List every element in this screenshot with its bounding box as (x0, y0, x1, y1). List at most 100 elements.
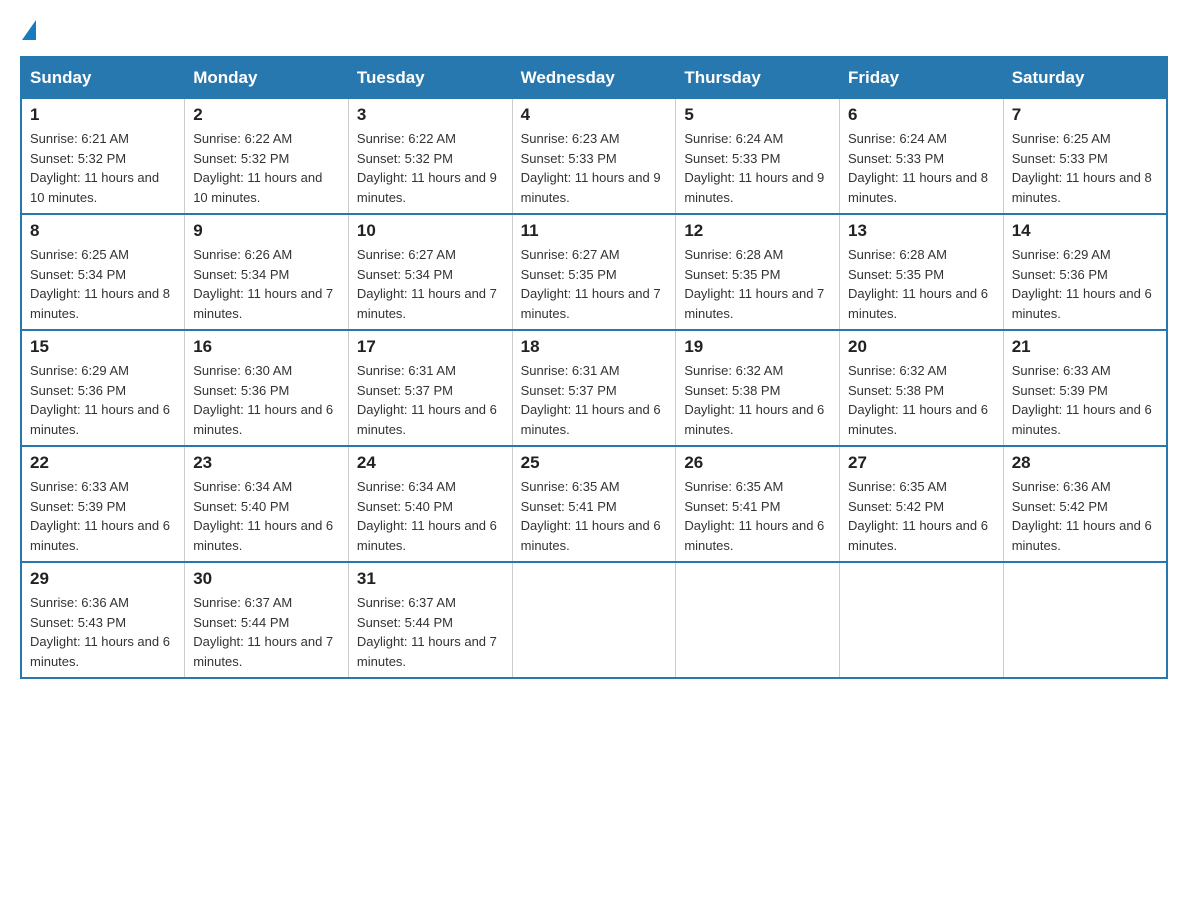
calendar-day-cell: 7 Sunrise: 6:25 AM Sunset: 5:33 PM Dayli… (1003, 99, 1167, 215)
day-info: Sunrise: 6:36 AM Sunset: 5:43 PM Dayligh… (30, 593, 176, 671)
calendar-day-cell: 17 Sunrise: 6:31 AM Sunset: 5:37 PM Dayl… (348, 330, 512, 446)
calendar-day-cell: 25 Sunrise: 6:35 AM Sunset: 5:41 PM Dayl… (512, 446, 676, 562)
day-info: Sunrise: 6:22 AM Sunset: 5:32 PM Dayligh… (193, 129, 340, 207)
calendar-header-friday: Friday (840, 57, 1004, 99)
day-info: Sunrise: 6:28 AM Sunset: 5:35 PM Dayligh… (684, 245, 831, 323)
calendar-day-cell: 2 Sunrise: 6:22 AM Sunset: 5:32 PM Dayli… (185, 99, 349, 215)
calendar-header-wednesday: Wednesday (512, 57, 676, 99)
day-number: 8 (30, 221, 176, 241)
day-info: Sunrise: 6:29 AM Sunset: 5:36 PM Dayligh… (30, 361, 176, 439)
calendar-week-row: 8 Sunrise: 6:25 AM Sunset: 5:34 PM Dayli… (21, 214, 1167, 330)
day-number: 31 (357, 569, 504, 589)
calendar-day-cell: 24 Sunrise: 6:34 AM Sunset: 5:40 PM Dayl… (348, 446, 512, 562)
day-number: 1 (30, 105, 176, 125)
day-info: Sunrise: 6:33 AM Sunset: 5:39 PM Dayligh… (30, 477, 176, 555)
day-info: Sunrise: 6:25 AM Sunset: 5:34 PM Dayligh… (30, 245, 176, 323)
day-info: Sunrise: 6:21 AM Sunset: 5:32 PM Dayligh… (30, 129, 176, 207)
day-number: 7 (1012, 105, 1158, 125)
day-number: 21 (1012, 337, 1158, 357)
calendar-day-cell: 23 Sunrise: 6:34 AM Sunset: 5:40 PM Dayl… (185, 446, 349, 562)
calendar-day-cell: 14 Sunrise: 6:29 AM Sunset: 5:36 PM Dayl… (1003, 214, 1167, 330)
calendar-day-cell: 21 Sunrise: 6:33 AM Sunset: 5:39 PM Dayl… (1003, 330, 1167, 446)
calendar-day-cell: 3 Sunrise: 6:22 AM Sunset: 5:32 PM Dayli… (348, 99, 512, 215)
calendar-header-row: SundayMondayTuesdayWednesdayThursdayFrid… (21, 57, 1167, 99)
day-info: Sunrise: 6:35 AM Sunset: 5:42 PM Dayligh… (848, 477, 995, 555)
calendar-day-cell: 10 Sunrise: 6:27 AM Sunset: 5:34 PM Dayl… (348, 214, 512, 330)
day-number: 23 (193, 453, 340, 473)
day-number: 5 (684, 105, 831, 125)
day-info: Sunrise: 6:27 AM Sunset: 5:34 PM Dayligh… (357, 245, 504, 323)
day-info: Sunrise: 6:33 AM Sunset: 5:39 PM Dayligh… (1012, 361, 1158, 439)
calendar-day-cell: 11 Sunrise: 6:27 AM Sunset: 5:35 PM Dayl… (512, 214, 676, 330)
calendar-day-cell: 19 Sunrise: 6:32 AM Sunset: 5:38 PM Dayl… (676, 330, 840, 446)
calendar-day-cell: 4 Sunrise: 6:23 AM Sunset: 5:33 PM Dayli… (512, 99, 676, 215)
day-number: 15 (30, 337, 176, 357)
day-number: 10 (357, 221, 504, 241)
day-info: Sunrise: 6:37 AM Sunset: 5:44 PM Dayligh… (193, 593, 340, 671)
calendar-day-cell: 16 Sunrise: 6:30 AM Sunset: 5:36 PM Dayl… (185, 330, 349, 446)
calendar-day-cell (512, 562, 676, 678)
day-number: 9 (193, 221, 340, 241)
calendar-day-cell: 27 Sunrise: 6:35 AM Sunset: 5:42 PM Dayl… (840, 446, 1004, 562)
day-info: Sunrise: 6:35 AM Sunset: 5:41 PM Dayligh… (521, 477, 668, 555)
day-number: 20 (848, 337, 995, 357)
calendar-day-cell: 30 Sunrise: 6:37 AM Sunset: 5:44 PM Dayl… (185, 562, 349, 678)
day-info: Sunrise: 6:28 AM Sunset: 5:35 PM Dayligh… (848, 245, 995, 323)
day-info: Sunrise: 6:24 AM Sunset: 5:33 PM Dayligh… (684, 129, 831, 207)
calendar-day-cell: 18 Sunrise: 6:31 AM Sunset: 5:37 PM Dayl… (512, 330, 676, 446)
calendar-table: SundayMondayTuesdayWednesdayThursdayFrid… (20, 56, 1168, 679)
day-info: Sunrise: 6:31 AM Sunset: 5:37 PM Dayligh… (521, 361, 668, 439)
day-number: 3 (357, 105, 504, 125)
calendar-day-cell: 9 Sunrise: 6:26 AM Sunset: 5:34 PM Dayli… (185, 214, 349, 330)
day-number: 30 (193, 569, 340, 589)
day-number: 19 (684, 337, 831, 357)
day-info: Sunrise: 6:26 AM Sunset: 5:34 PM Dayligh… (193, 245, 340, 323)
day-number: 11 (521, 221, 668, 241)
calendar-day-cell (1003, 562, 1167, 678)
day-number: 29 (30, 569, 176, 589)
day-info: Sunrise: 6:23 AM Sunset: 5:33 PM Dayligh… (521, 129, 668, 207)
day-info: Sunrise: 6:30 AM Sunset: 5:36 PM Dayligh… (193, 361, 340, 439)
day-number: 24 (357, 453, 504, 473)
day-number: 26 (684, 453, 831, 473)
calendar-week-row: 1 Sunrise: 6:21 AM Sunset: 5:32 PM Dayli… (21, 99, 1167, 215)
calendar-day-cell (676, 562, 840, 678)
calendar-week-row: 15 Sunrise: 6:29 AM Sunset: 5:36 PM Dayl… (21, 330, 1167, 446)
day-number: 18 (521, 337, 668, 357)
day-info: Sunrise: 6:37 AM Sunset: 5:44 PM Dayligh… (357, 593, 504, 671)
day-number: 16 (193, 337, 340, 357)
logo (20, 20, 36, 40)
calendar-header-tuesday: Tuesday (348, 57, 512, 99)
day-number: 2 (193, 105, 340, 125)
calendar-day-cell: 15 Sunrise: 6:29 AM Sunset: 5:36 PM Dayl… (21, 330, 185, 446)
day-number: 13 (848, 221, 995, 241)
calendar-day-cell: 13 Sunrise: 6:28 AM Sunset: 5:35 PM Dayl… (840, 214, 1004, 330)
day-number: 25 (521, 453, 668, 473)
calendar-header-monday: Monday (185, 57, 349, 99)
calendar-header-thursday: Thursday (676, 57, 840, 99)
logo-triangle-icon (22, 20, 36, 40)
calendar-header-saturday: Saturday (1003, 57, 1167, 99)
calendar-day-cell: 5 Sunrise: 6:24 AM Sunset: 5:33 PM Dayli… (676, 99, 840, 215)
calendar-day-cell: 8 Sunrise: 6:25 AM Sunset: 5:34 PM Dayli… (21, 214, 185, 330)
day-number: 27 (848, 453, 995, 473)
calendar-header-sunday: Sunday (21, 57, 185, 99)
calendar-day-cell: 26 Sunrise: 6:35 AM Sunset: 5:41 PM Dayl… (676, 446, 840, 562)
day-number: 28 (1012, 453, 1158, 473)
day-info: Sunrise: 6:34 AM Sunset: 5:40 PM Dayligh… (193, 477, 340, 555)
calendar-day-cell: 6 Sunrise: 6:24 AM Sunset: 5:33 PM Dayli… (840, 99, 1004, 215)
day-info: Sunrise: 6:29 AM Sunset: 5:36 PM Dayligh… (1012, 245, 1158, 323)
day-info: Sunrise: 6:22 AM Sunset: 5:32 PM Dayligh… (357, 129, 504, 207)
page-header (20, 20, 1168, 40)
day-info: Sunrise: 6:27 AM Sunset: 5:35 PM Dayligh… (521, 245, 668, 323)
calendar-day-cell: 20 Sunrise: 6:32 AM Sunset: 5:38 PM Dayl… (840, 330, 1004, 446)
calendar-day-cell: 1 Sunrise: 6:21 AM Sunset: 5:32 PM Dayli… (21, 99, 185, 215)
day-info: Sunrise: 6:35 AM Sunset: 5:41 PM Dayligh… (684, 477, 831, 555)
calendar-body: 1 Sunrise: 6:21 AM Sunset: 5:32 PM Dayli… (21, 99, 1167, 679)
day-info: Sunrise: 6:25 AM Sunset: 5:33 PM Dayligh… (1012, 129, 1158, 207)
calendar-day-cell: 31 Sunrise: 6:37 AM Sunset: 5:44 PM Dayl… (348, 562, 512, 678)
calendar-week-row: 29 Sunrise: 6:36 AM Sunset: 5:43 PM Dayl… (21, 562, 1167, 678)
day-info: Sunrise: 6:34 AM Sunset: 5:40 PM Dayligh… (357, 477, 504, 555)
day-number: 17 (357, 337, 504, 357)
calendar-week-row: 22 Sunrise: 6:33 AM Sunset: 5:39 PM Dayl… (21, 446, 1167, 562)
